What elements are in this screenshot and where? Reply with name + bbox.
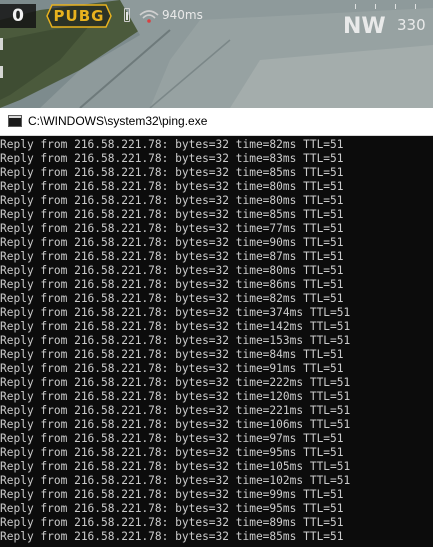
ping-reply-line: Reply from 216.58.221.78: bytes=32 time=… — [0, 194, 344, 207]
ping-reply-line: Reply from 216.58.221.78: bytes=32 time=… — [0, 208, 344, 221]
compass-tick — [375, 4, 376, 9]
ping-reply-line: Reply from 216.58.221.78: bytes=32 time=… — [0, 278, 344, 291]
ping-reply-line: Reply from 216.58.221.78: bytes=32 time=… — [0, 264, 344, 277]
game-viewport: 0 PUBG 940ms NW 330 — [0, 0, 433, 108]
wifi-icon — [139, 10, 159, 23]
ping-reply-line: Reply from 216.58.221.78: bytes=32 time=… — [0, 236, 344, 249]
ping-reply-line: Reply from 216.58.221.78: bytes=32 time=… — [0, 292, 344, 305]
ping-reply-line: Reply from 216.58.221.78: bytes=32 time=… — [0, 250, 344, 263]
ping-reply-line: Reply from 216.58.221.78: bytes=32 time=… — [0, 516, 344, 529]
ping-reply-line: Reply from 216.58.221.78: bytes=32 time=… — [0, 138, 344, 151]
window-titlebar[interactable]: C:\WINDOWS\system32\ping.exe — [0, 108, 433, 136]
battery-icon — [124, 8, 130, 22]
ping-reply-line: Reply from 216.58.221.78: bytes=32 time=… — [0, 432, 344, 445]
compass-tick — [395, 4, 396, 9]
ping-reply-line: Reply from 216.58.221.78: bytes=32 time=… — [0, 502, 344, 515]
ping-reply-line: Reply from 216.58.221.78: bytes=32 time=… — [0, 180, 344, 193]
hud-left-marker — [0, 38, 3, 50]
ping-reply-line: Reply from 216.58.221.78: bytes=32 time=… — [0, 334, 351, 347]
ping-reply-line: Reply from 216.58.221.78: bytes=32 time=… — [0, 530, 344, 543]
cmd-icon — [8, 115, 22, 127]
ping-reply-line: Reply from 216.58.221.78: bytes=32 time=… — [0, 320, 351, 333]
ping-reply-line: Reply from 216.58.221.78: bytes=32 time=… — [0, 306, 351, 319]
ping-reply-line: Reply from 216.58.221.78: bytes=32 time=… — [0, 376, 351, 389]
ping-reply-line: Reply from 216.58.221.78: bytes=32 time=… — [0, 474, 351, 487]
pubg-logo: PUBG — [46, 4, 112, 28]
ping-reply-line: Reply from 216.58.221.78: bytes=32 time=… — [0, 166, 344, 179]
compass-degrees: 330 — [397, 16, 426, 34]
compass-tick — [355, 4, 356, 9]
ping-reply-line: Reply from 216.58.221.78: bytes=32 time=… — [0, 404, 351, 417]
ping-readout: 940ms — [162, 8, 203, 22]
ping-reply-line: Reply from 216.58.221.78: bytes=32 time=… — [0, 390, 351, 403]
ping-reply-line: Reply from 216.58.221.78: bytes=32 time=… — [0, 348, 344, 361]
ping-reply-line: Reply from 216.58.221.78: bytes=32 time=… — [0, 222, 344, 235]
ping-reply-line: Reply from 216.58.221.78: bytes=32 time=… — [0, 460, 351, 473]
ping-reply-line: Reply from 216.58.221.78: bytes=32 time=… — [0, 488, 344, 501]
ping-reply-line: Reply from 216.58.221.78: bytes=32 time=… — [0, 362, 344, 375]
pubg-logo-text: PUBG — [53, 7, 105, 25]
compass-direction: NW — [343, 14, 386, 39]
window-title: C:\WINDOWS\system32\ping.exe — [28, 114, 208, 128]
hud-counter: 0 — [0, 4, 36, 28]
ping-reply-line: Reply from 216.58.221.78: bytes=32 time=… — [0, 418, 351, 431]
ping-reply-line: Reply from 216.58.221.78: bytes=32 time=… — [0, 446, 344, 459]
compass-tick — [415, 4, 416, 9]
ping-reply-line: Reply from 216.58.221.78: bytes=32 time=… — [0, 152, 344, 165]
hud-left-marker — [0, 66, 3, 78]
console-lines: Reply from 216.58.221.78: bytes=32 time=… — [0, 138, 350, 544]
console-output[interactable]: Reply from 216.58.221.78: bytes=32 time=… — [0, 136, 433, 547]
